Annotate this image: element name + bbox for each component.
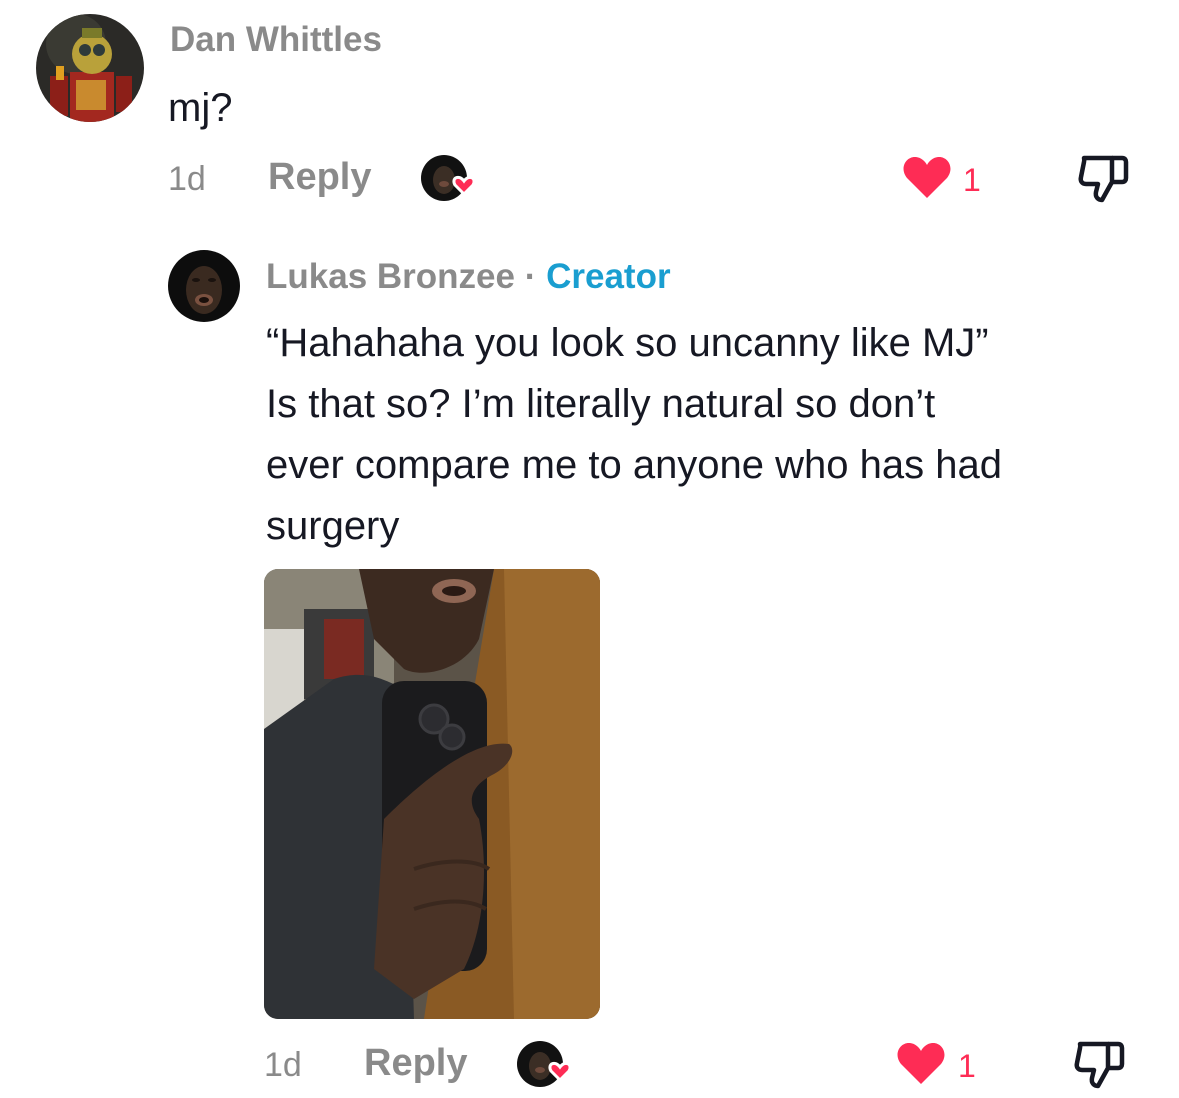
reply-text-line: ever compare me to anyone who has had <box>266 443 1002 487</box>
reply-username-row: Lukas Bronzee · Creator <box>266 257 671 297</box>
dislike-button[interactable] <box>1076 152 1132 204</box>
reply-text-line: surgery <box>266 504 400 548</box>
creator-liked-avatar-icon <box>420 154 482 206</box>
comment-username[interactable]: Dan Whittles <box>170 20 382 60</box>
reply-timestamp: 1d <box>264 1046 302 1084</box>
like-button[interactable] <box>902 156 954 202</box>
reply-button[interactable]: Reply <box>364 1042 467 1085</box>
comment-timestamp: 1d <box>168 160 206 198</box>
dislike-button[interactable] <box>1072 1038 1128 1090</box>
avatar-dan-whittles[interactable] <box>36 14 144 122</box>
reply-username[interactable]: Lukas Bronzee <box>266 257 515 296</box>
creator-liked-avatar-icon <box>516 1040 578 1092</box>
dislike-icon <box>1074 1041 1125 1089</box>
heart-icon <box>903 156 951 198</box>
reply-text-line: “Hahahaha you look so uncanny like MJ” <box>266 321 989 365</box>
creator-badge: Creator <box>546 257 671 296</box>
comment-text: mj? <box>168 86 233 130</box>
heart-icon <box>897 1042 945 1084</box>
dislike-icon <box>1078 155 1129 203</box>
username-separator: · <box>524 257 537 296</box>
like-button[interactable] <box>896 1042 948 1088</box>
reply-text-line: Is that so? I’m literally natural so don… <box>266 382 936 426</box>
like-count: 1 <box>958 1048 976 1084</box>
reply-button[interactable]: Reply <box>268 156 371 199</box>
like-count: 1 <box>963 162 981 198</box>
avatar-lukas-bronzee[interactable] <box>168 250 240 322</box>
reply-photo[interactable] <box>264 569 600 1019</box>
